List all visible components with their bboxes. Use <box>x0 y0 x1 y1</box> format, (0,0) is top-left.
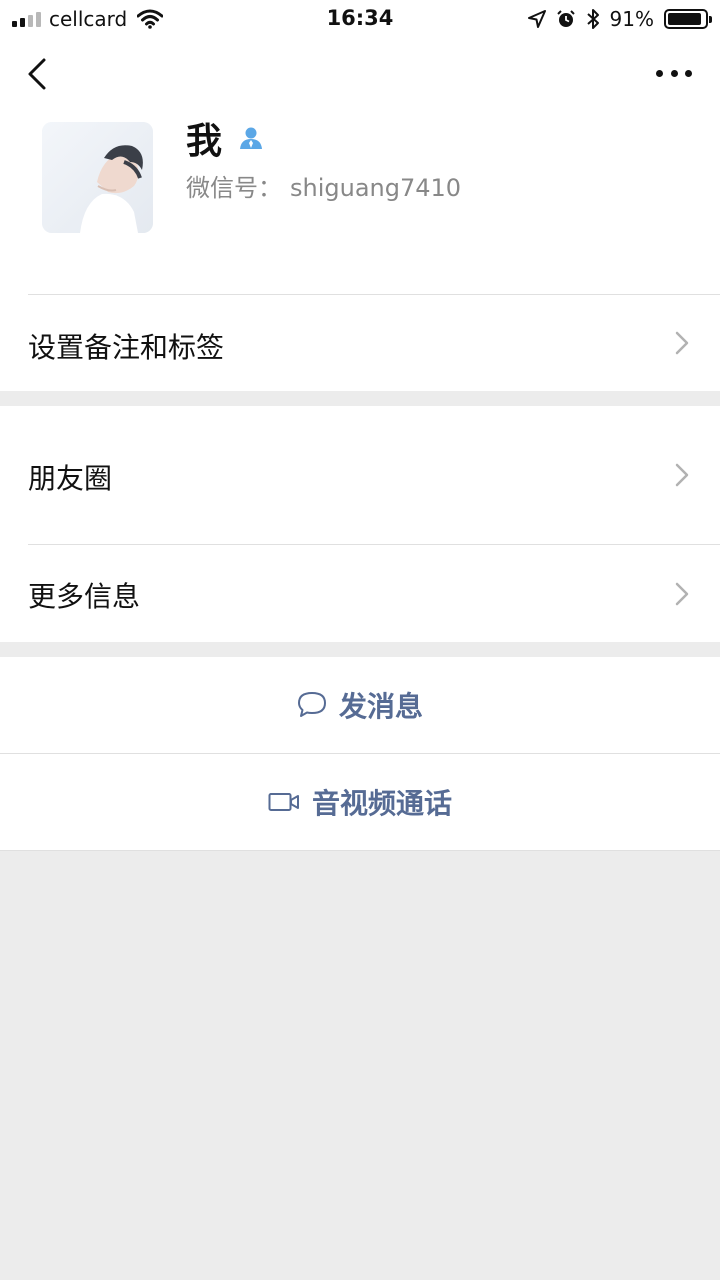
more-options-button[interactable] <box>656 64 692 82</box>
back-button[interactable] <box>24 56 54 92</box>
battery-icon <box>664 9 712 29</box>
profile-header: 我 微信号： shiguang7410 设置备注和标签 <box>0 40 720 391</box>
more-dot <box>656 69 663 77</box>
av-call-button[interactable]: 音视频通话 <box>0 754 720 850</box>
status-right: 91% <box>527 6 712 32</box>
name-row: 我 <box>186 112 264 164</box>
more-dot <box>685 69 692 77</box>
bluetooth-icon <box>586 9 599 29</box>
profile-name: 我 <box>186 121 223 162</box>
empty-background <box>0 851 720 1280</box>
av-call-label: 音视频通话 <box>311 787 452 820</box>
send-message-label: 发消息 <box>338 690 423 723</box>
more-info-label: 更多信息 <box>28 580 141 613</box>
avatar[interactable] <box>42 122 153 233</box>
send-message-button[interactable]: 发消息 <box>0 657 720 753</box>
action-group: 发消息 音视频通话 <box>0 657 720 850</box>
more-info-row[interactable]: 更多信息 <box>0 545 720 642</box>
remark-tags-row[interactable]: 设置备注和标签 <box>0 295 720 391</box>
avatar-image <box>42 122 153 233</box>
battery-fill <box>668 13 701 25</box>
chevron-right-icon <box>675 331 689 355</box>
more-dot <box>670 69 678 77</box>
info-group: 朋友圈 更多信息 <box>0 406 720 642</box>
chevron-right-icon <box>675 582 689 606</box>
chat-bubble-icon <box>297 692 326 717</box>
status-bar: cellcard 16:34 91% <box>0 0 720 40</box>
chevron-right-icon <box>675 463 689 487</box>
video-camera-icon <box>268 793 299 811</box>
wechat-id-value: shiguang7410 <box>290 174 462 202</box>
person-badge-icon <box>240 127 263 149</box>
moments-row[interactable]: 朋友圈 <box>0 406 720 544</box>
battery-percent: 91% <box>609 7 654 31</box>
location-arrow-icon <box>527 10 546 28</box>
moments-label: 朋友圈 <box>28 462 113 495</box>
wechat-id: 微信号： shiguang7410 <box>186 168 461 203</box>
wechat-id-label: 微信号： <box>186 174 282 202</box>
alarm-icon <box>556 10 575 27</box>
remark-tags-label: 设置备注和标签 <box>28 331 225 364</box>
